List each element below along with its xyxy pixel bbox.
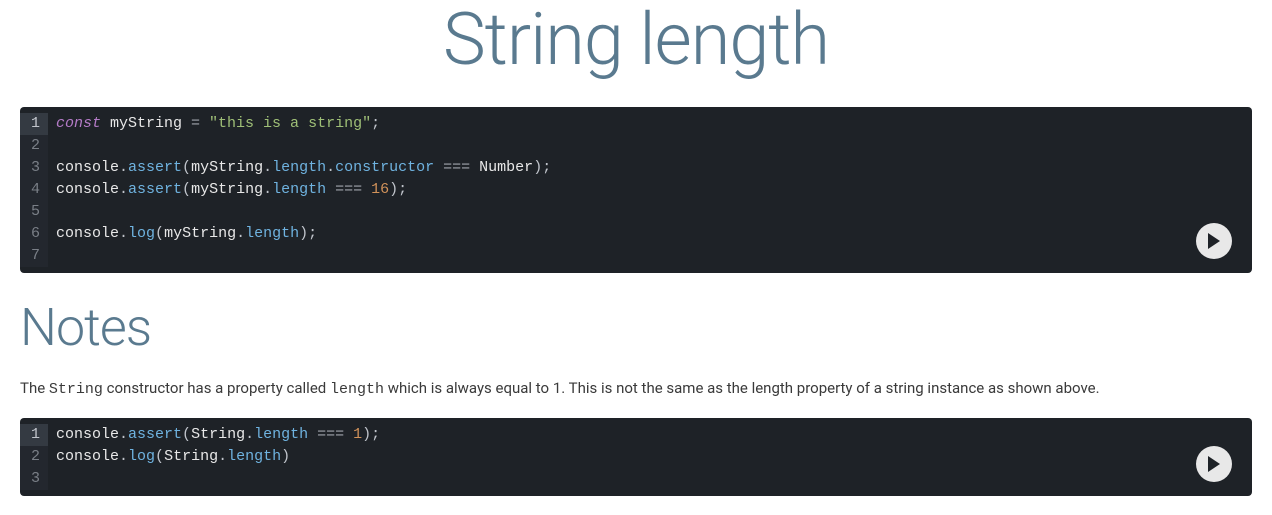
code-content bbox=[48, 135, 1252, 157]
line-number: 5 bbox=[20, 201, 48, 223]
code-line: 4console.assert(myString.length === 16); bbox=[20, 179, 1252, 201]
play-icon bbox=[1207, 456, 1221, 472]
code-line: 7 bbox=[20, 245, 1252, 267]
play-icon bbox=[1207, 233, 1221, 249]
line-number: 1 bbox=[20, 113, 48, 135]
play-button[interactable] bbox=[1196, 446, 1232, 482]
code-content bbox=[48, 201, 1252, 223]
code-block-1: 1const myString = "this is a string";2 3… bbox=[20, 107, 1252, 273]
code-content: console.assert(myString.length.construct… bbox=[48, 157, 1252, 179]
code-line: 2 bbox=[20, 135, 1252, 157]
note-text: which is always equal to 1. This is not … bbox=[384, 379, 1100, 397]
code-line: 1console.assert(String.length === 1); bbox=[20, 424, 1252, 446]
note-text: The bbox=[20, 379, 49, 397]
line-number: 3 bbox=[20, 468, 48, 490]
inline-code: length bbox=[330, 381, 384, 398]
play-button[interactable] bbox=[1196, 223, 1232, 259]
code-content bbox=[48, 245, 1252, 267]
code-line: 3console.assert(myString.length.construc… bbox=[20, 157, 1252, 179]
code-content: console.log(myString.length); bbox=[48, 223, 1252, 245]
line-number: 3 bbox=[20, 157, 48, 179]
note-paragraph: The String constructor has a property ca… bbox=[20, 378, 1252, 400]
code-line: 2console.log(String.length) bbox=[20, 446, 1252, 468]
code-content: console.assert(myString.length === 16); bbox=[48, 179, 1252, 201]
note-text: constructor has a property called bbox=[103, 379, 330, 397]
inline-code: String bbox=[49, 381, 103, 398]
code-content bbox=[48, 468, 1252, 490]
notes-heading: Notes bbox=[20, 297, 1252, 358]
code-line: 6console.log(myString.length); bbox=[20, 223, 1252, 245]
code-block-2: 1console.assert(String.length === 1);2co… bbox=[20, 418, 1252, 496]
code-content: console.log(String.length) bbox=[48, 446, 1252, 468]
code-content: console.assert(String.length === 1); bbox=[48, 424, 1252, 446]
line-number: 2 bbox=[20, 446, 48, 468]
code-line: 5 bbox=[20, 201, 1252, 223]
line-number: 4 bbox=[20, 179, 48, 201]
line-number: 1 bbox=[20, 424, 48, 446]
code-content: const myString = "this is a string"; bbox=[48, 113, 1252, 135]
line-number: 7 bbox=[20, 245, 48, 267]
code-line: 3 bbox=[20, 468, 1252, 490]
page-title: String length bbox=[20, 0, 1252, 79]
line-number: 2 bbox=[20, 135, 48, 157]
code-line: 1const myString = "this is a string"; bbox=[20, 113, 1252, 135]
line-number: 6 bbox=[20, 223, 48, 245]
